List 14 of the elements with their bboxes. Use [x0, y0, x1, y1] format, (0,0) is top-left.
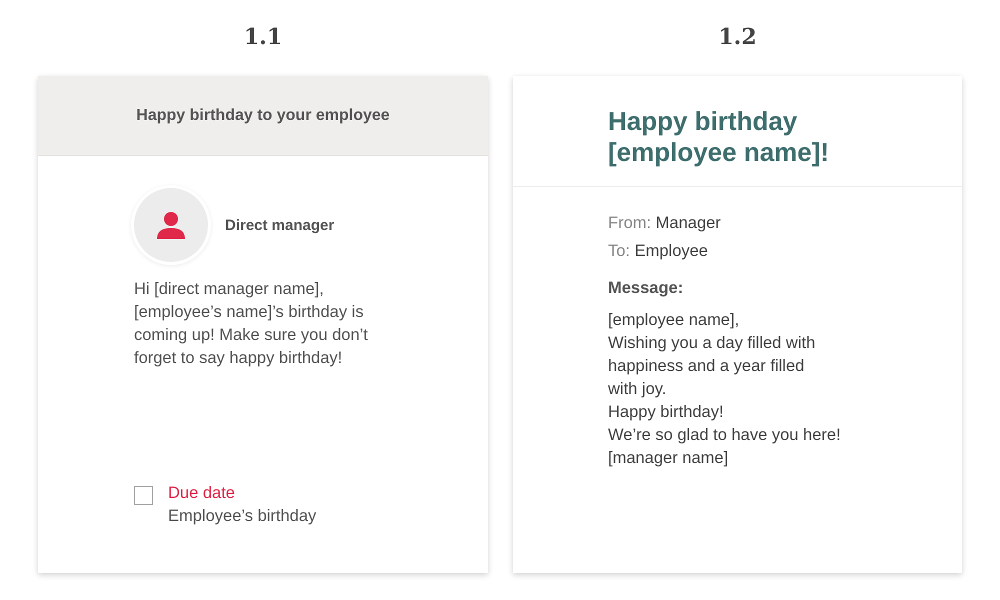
panel-number: 1.2	[718, 24, 757, 52]
panel-number: 1.1	[244, 24, 282, 52]
checkbox[interactable]	[134, 486, 153, 505]
card-title: Happy birthday to your employee	[136, 106, 390, 124]
sender-name: Direct manager	[225, 216, 334, 234]
due-date-label: Due date	[168, 483, 236, 504]
message-title: Happy birthday [employee name]!	[608, 106, 830, 169]
from-line: From: Manager	[608, 213, 722, 234]
message-body: [employee name], Wishing you a day filled with happiness and a year filled with joy. Happy birthday! We’re so glad to have you here! [manager name]	[608, 310, 842, 469]
due-date-value: Employee’s birthday	[168, 506, 316, 527]
message-text: Hi [direct manager name], [employee’s name]’s birthday is coming up! Make sure you don’t forget to say happy birthday!	[134, 279, 369, 369]
person-icon	[156, 210, 186, 240]
message-label: Message:	[608, 278, 684, 299]
to-line: To: Employee	[608, 241, 709, 262]
